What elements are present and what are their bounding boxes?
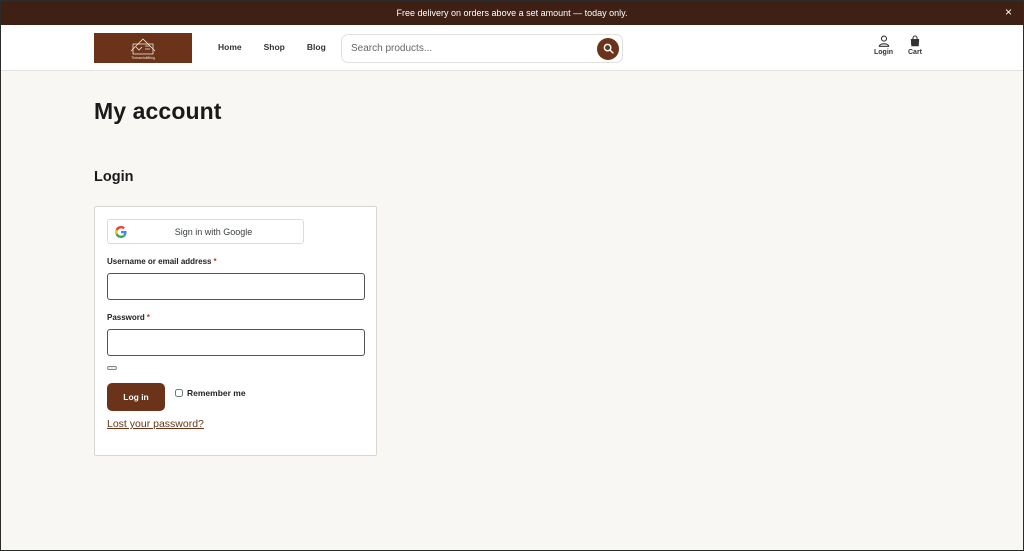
login-button[interactable]: Log in <box>107 383 165 411</box>
google-signin-button[interactable]: Sign in with Google <box>107 219 304 244</box>
required-mark: * <box>213 257 217 266</box>
cart-label: Cart <box>908 49 923 56</box>
svg-text:Theramistifiting: Theramistifiting <box>131 56 155 60</box>
nav-shop[interactable]: Shop <box>264 42 285 52</box>
search-input[interactable] <box>342 35 597 62</box>
site-logo[interactable]: Theramistifiting <box>94 33 192 63</box>
bag-icon <box>910 35 920 47</box>
google-icon <box>115 226 127 238</box>
search-button[interactable] <box>597 37 619 60</box>
header-login[interactable]: Login <box>874 35 893 56</box>
login-heading: Login <box>94 169 134 185</box>
page-title: My account <box>94 98 222 124</box>
remember-checkbox[interactable] <box>175 389 183 397</box>
announcement-text: Free delivery on orders above a set amou… <box>396 7 628 18</box>
header-cart[interactable]: Cart <box>908 35 922 56</box>
announcement-bar: Free delivery on orders above a set amou… <box>0 0 1024 25</box>
search-icon <box>603 43 614 54</box>
logo-mark-icon: Theramistifiting <box>130 38 156 60</box>
password-label: Password * <box>107 313 150 322</box>
username-label: Username or email address * <box>107 257 217 266</box>
remember-label: Remember me <box>187 388 246 398</box>
lost-password-link[interactable]: Lost your password? <box>107 418 204 430</box>
password-field[interactable] <box>107 329 365 356</box>
username-field[interactable] <box>107 273 365 300</box>
user-icon <box>878 35 889 47</box>
search-bar <box>341 34 623 63</box>
login-label: Login <box>874 49 894 56</box>
login-form-card: Sign in with Google Username or email ad… <box>94 206 377 456</box>
nav-blog[interactable]: Blog <box>307 42 326 52</box>
nav-home[interactable]: Home <box>218 42 242 52</box>
close-icon[interactable]: × <box>1005 5 1012 19</box>
required-mark: * <box>146 313 150 322</box>
google-signin-label: Sign in with Google <box>174 226 253 237</box>
site-header: Theramistifiting Home Shop Blog Login Ca… <box>0 25 1024 71</box>
main-nav: Home Shop Blog <box>218 42 348 52</box>
show-password-toggle[interactable] <box>107 366 117 370</box>
remember-me[interactable]: Remember me <box>175 388 246 398</box>
